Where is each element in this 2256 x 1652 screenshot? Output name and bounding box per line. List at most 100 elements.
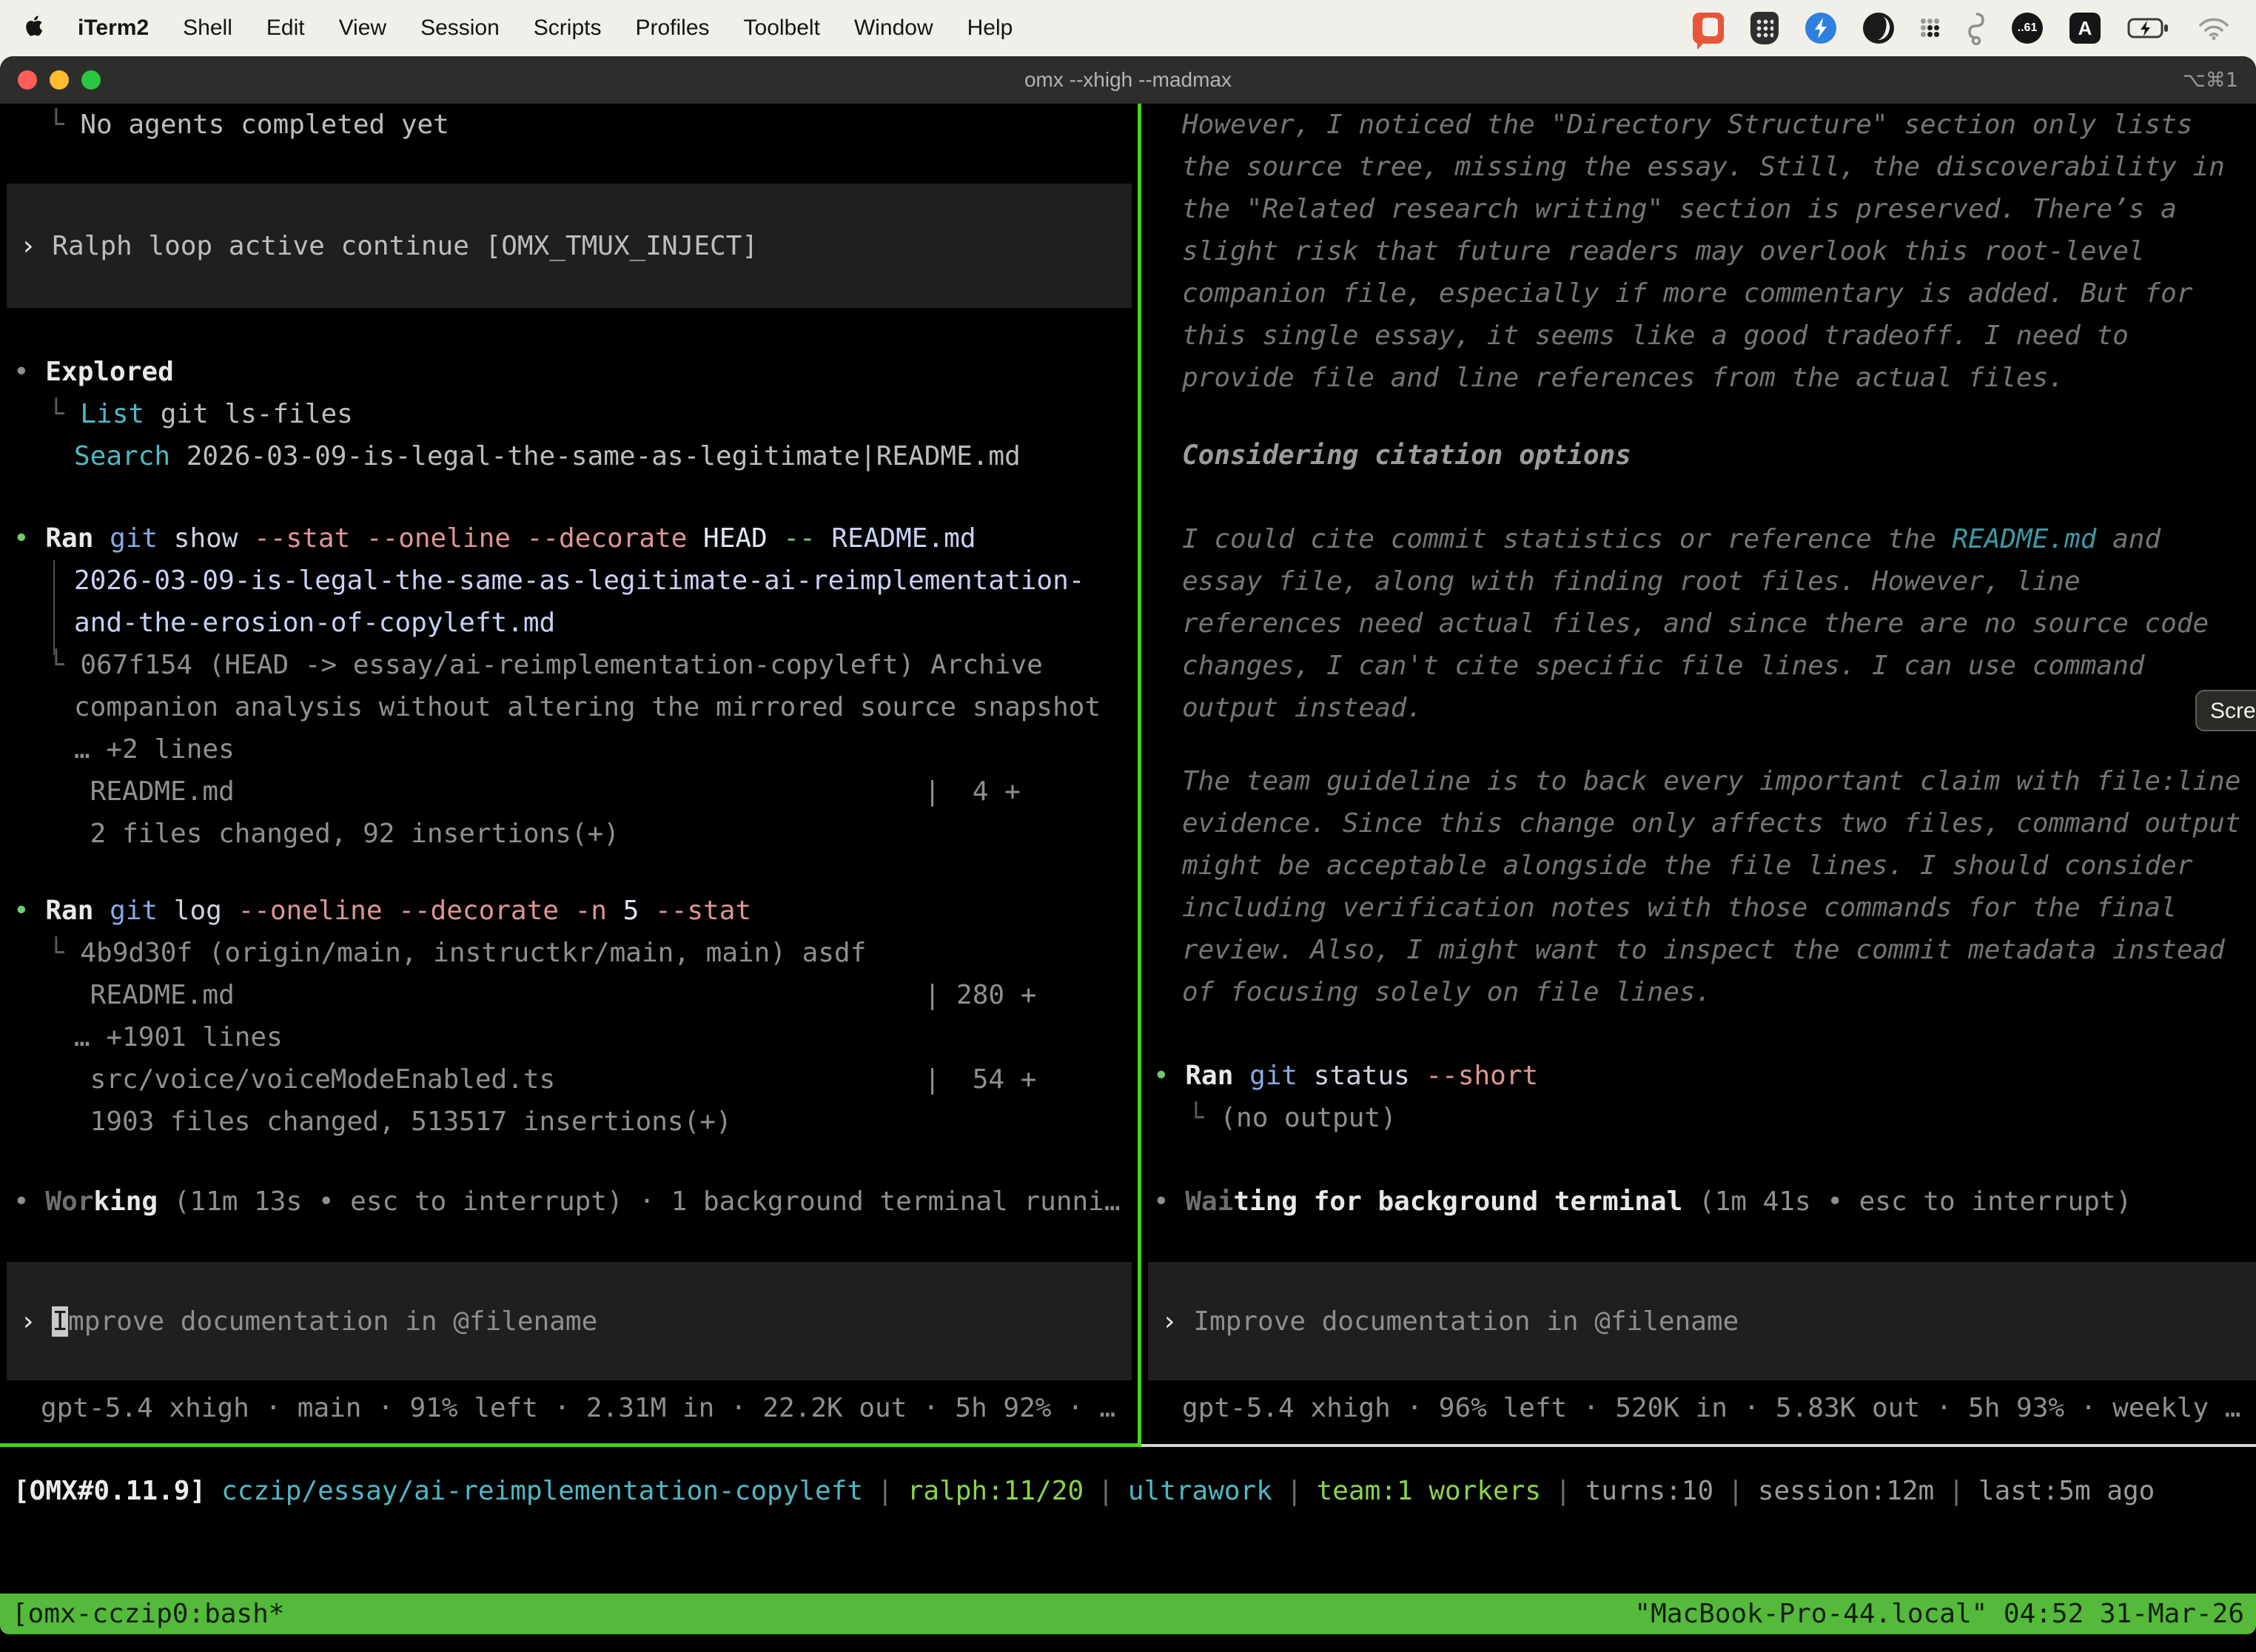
separator: | xyxy=(1286,1476,1303,1506)
reasoning-line: provide file and line references from th… xyxy=(1182,363,2064,393)
dots-grid-icon[interactable] xyxy=(1921,19,1941,38)
hook-icon[interactable] xyxy=(1967,11,1985,45)
text-cursor: I xyxy=(52,1306,68,1337)
menu-item-iterm2[interactable]: iTerm2 xyxy=(78,16,149,41)
git-token: git xyxy=(110,896,174,926)
output-line: 1903 files changed, 513517 insertions(+) xyxy=(74,1107,732,1137)
tree-line xyxy=(53,560,55,655)
prompt-text: mprove documentation in @filename xyxy=(68,1306,597,1337)
battery-icon[interactable] xyxy=(2127,16,2170,40)
working-detail: (11m 13s • esc to interrupt) · 1 backgro… xyxy=(158,1186,1120,1217)
session-status-right: gpt-5.4 xhigh · 96% left · 520K in · 5.8… xyxy=(1141,1387,2256,1429)
explored-title: Explored xyxy=(45,357,173,387)
letter-a-icon[interactable]: A xyxy=(2069,13,2101,44)
reasoning-paragraph-3: The team guideline is to back every impo… xyxy=(1141,760,2256,1013)
shield-keypad-icon[interactable] xyxy=(1750,12,1779,44)
chat-bubble-icon[interactable] xyxy=(1693,13,1724,44)
prompt-chevron-icon: › xyxy=(20,1306,52,1337)
output-line: 2 files changed, 92 insertions(+) xyxy=(74,819,620,849)
count-arg: 5 xyxy=(623,896,655,926)
waiting-status-line: • Waiting for background terminal (1m 41… xyxy=(1141,1181,2256,1223)
waiting-shimmer-bright: ting for background terminal xyxy=(1233,1186,1682,1217)
reasoning-line: However, I noticed the "Directory Struct… xyxy=(1182,110,2192,140)
kaleidoscope-icon[interactable] xyxy=(1863,13,1894,44)
chevron-icon: › xyxy=(20,231,52,261)
output-line: (no output) xyxy=(1220,1103,1396,1133)
separator: | xyxy=(1555,1476,1571,1506)
left-pane[interactable]: └ No agents completed yet › Ralph loop a… xyxy=(0,104,1138,1447)
menu-item-help[interactable]: Help xyxy=(967,16,1013,41)
file-arg: README.md xyxy=(831,523,976,554)
separator: | xyxy=(1098,1476,1114,1506)
output-line: src/voice/voiceModeEnabled.ts | 54 + xyxy=(74,1064,1036,1095)
waiting-detail: (1m 41s • esc to interrupt) xyxy=(1682,1186,2132,1217)
n-flag: -n xyxy=(575,896,623,926)
ralph-banner: › Ralph loop active continue [OMX_TMUX_I… xyxy=(7,184,1132,308)
right-pane[interactable]: However, I noticed the "Directory Struct… xyxy=(1141,104,2256,1447)
window-title: omx --xhigh --madmax xyxy=(0,68,2256,92)
menu-item-toolbelt[interactable]: Toolbelt xyxy=(744,16,820,41)
prompt-input-left[interactable]: › Improve documentation in @filename xyxy=(7,1262,1132,1380)
menu-item-view[interactable]: View xyxy=(339,16,386,41)
pane-bottom-border-active xyxy=(0,1443,1141,1447)
flags: --short xyxy=(1426,1061,1538,1091)
output-line: companion analysis without altering the … xyxy=(74,692,1101,722)
reasoning-heading-text: Considering citation options xyxy=(1182,440,1631,471)
reasoning-line: essay file, along with finding root file… xyxy=(1182,566,2081,597)
reasoning-line: changes, I can't cite specific file line… xyxy=(1182,651,2144,681)
menu-item-session[interactable]: Session xyxy=(420,16,500,41)
reasoning-line: The team guideline is to back every impo… xyxy=(1182,766,2240,796)
ran-label: Ran xyxy=(1185,1061,1249,1091)
separator: | xyxy=(1948,1476,1964,1506)
reasoning-line: including verification notes with those … xyxy=(1182,893,2177,923)
reasoning-line: companion file, especially if more comme… xyxy=(1182,278,2192,309)
no-agents-line: └ No agents completed yet xyxy=(0,104,1138,146)
window-shortcut: ⌥⌘1 xyxy=(2183,69,2238,92)
menu-item-window[interactable]: Window xyxy=(854,16,933,41)
git-token: git xyxy=(1249,1061,1314,1091)
ralph-banner-text: Ralph loop active continue [OMX_TMUX_INJ… xyxy=(52,231,758,261)
subcommand: show xyxy=(174,523,254,554)
subcommand: log xyxy=(174,896,238,926)
reasoning-line: review. Also, I might want to inspect th… xyxy=(1182,935,2225,965)
output-line: README.md | 280 + xyxy=(74,980,1036,1010)
reasoning-paragraph-1: However, I noticed the "Directory Struct… xyxy=(1141,104,2256,399)
subcommand: status xyxy=(1314,1061,1426,1091)
reasoning-heading: Considering citation options xyxy=(1141,434,2256,477)
badge-61-icon[interactable]: ..61 xyxy=(2012,13,2043,44)
prompt-input-right[interactable]: › Improve documentation in @filename xyxy=(1148,1262,2256,1380)
reasoning-line: and xyxy=(2096,524,2161,554)
apple-icon xyxy=(25,13,45,44)
list-command: git ls-files xyxy=(144,399,353,429)
menu-item-scripts[interactable]: Scripts xyxy=(534,16,602,41)
tree-corner: └ xyxy=(48,938,80,968)
explored-section: • Explored └ List git ls-files Search 20… xyxy=(0,351,1138,477)
output-line: 4b9d30f (origin/main, instructkr/main, m… xyxy=(80,938,866,968)
tree-corner: └ xyxy=(48,399,80,429)
reasoning-line: the "Related research writing" section i… xyxy=(1182,194,2177,224)
wifi-icon[interactable] xyxy=(2197,16,2231,41)
menu-item-shell[interactable]: Shell xyxy=(183,16,232,41)
turns-counter: turns:10 xyxy=(1585,1476,1713,1506)
session-status-text: gpt-5.4 xhigh · main · 91% left · 2.31M … xyxy=(41,1393,1115,1423)
bullet-icon: • xyxy=(1153,1186,1185,1217)
separator: | xyxy=(877,1476,893,1506)
reasoning-line: slight risk that future readers may over… xyxy=(1182,236,2144,266)
reasoning-line: references need actual files, and since … xyxy=(1182,608,2209,639)
bullet-icon: • xyxy=(13,1186,45,1217)
menu-status-icons: ..61 A xyxy=(1693,11,2231,45)
ran-git-status-section: • Ran git status --short └ (no output) xyxy=(1141,1055,2256,1139)
terminal-window: omx --xhigh --madmax ⌥⌘1 └ No agents com… xyxy=(0,56,2256,1634)
apple-menu[interactable] xyxy=(25,13,45,44)
session-duration: session:12m xyxy=(1758,1476,1934,1506)
menu-item-edit[interactable]: Edit xyxy=(266,16,305,41)
bullet-icon: • xyxy=(13,896,45,926)
path-arg-line2: and-the-erosion-of-copyleft.md xyxy=(74,608,555,638)
omx-version: [OMX#0.11.9] xyxy=(13,1476,206,1506)
menu-item-profiles[interactable]: Profiles xyxy=(635,16,709,41)
flags: --oneline --decorate xyxy=(238,896,574,926)
screen-overlay-button[interactable]: Scre xyxy=(2195,690,2256,731)
title-bar[interactable]: omx --xhigh --madmax ⌥⌘1 xyxy=(0,56,2256,104)
bolt-circle-icon[interactable] xyxy=(1805,13,1836,44)
path-arg-line1: 2026-03-09-is-legal-the-same-as-legitima… xyxy=(74,565,1084,596)
